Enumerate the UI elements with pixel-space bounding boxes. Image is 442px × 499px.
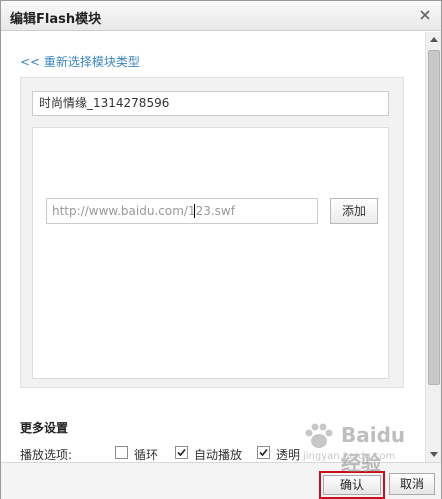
vertical-scrollbar[interactable]: [425, 32, 441, 462]
dialog-title: 编辑Flash模块: [10, 12, 102, 27]
transparent-checkbox[interactable]: [257, 446, 270, 459]
scroll-up-icon[interactable]: [429, 35, 439, 45]
more-settings-heading: 更多设置: [20, 421, 69, 435]
flash-url-area: http://www.baidu.com/123.swf 添加: [32, 127, 389, 379]
loop-label: 循环: [134, 448, 159, 462]
scroll-down-icon[interactable]: [429, 449, 439, 459]
autoplay-label: 自动播放: [194, 448, 243, 462]
play-options-label: 播放选项:: [20, 448, 73, 462]
play-options-row: 播放选项: 循环 自动播放 透明: [20, 445, 425, 462]
module-name-input[interactable]: 时尚情缘_1314278596: [32, 91, 389, 116]
dialog-titlebar[interactable]: 编辑Flash模块: [1, 1, 441, 31]
transparent-label: 透明: [276, 448, 301, 462]
reselect-module-type-link[interactable]: << 重新选择模块类型: [20, 53, 140, 70]
cancel-button[interactable]: 取消: [389, 473, 435, 495]
dialog-content: << 重新选择模块类型 时尚情缘_1314278596 http://www.b…: [1, 32, 425, 462]
edit-flash-dialog: 编辑Flash模块 << 重新选择模块类型 时尚情缘_1314278596 ht…: [0, 0, 442, 499]
flash-url-input[interactable]: http://www.baidu.com/123.swf: [46, 198, 318, 224]
scrollbar-thumb[interactable]: [428, 50, 440, 385]
module-panel: 时尚情缘_1314278596 http://www.baidu.com/123…: [20, 77, 404, 388]
autoplay-checkbox[interactable]: [175, 446, 188, 459]
checkmark-icon: [259, 448, 268, 457]
text-caret: [194, 204, 195, 218]
close-icon[interactable]: [417, 7, 433, 23]
confirm-highlight: 确认: [319, 471, 385, 499]
checkmark-icon: [177, 448, 186, 457]
confirm-button[interactable]: 确认: [323, 475, 381, 495]
dialog-footer: 确认 取消: [1, 462, 441, 499]
add-button[interactable]: 添加: [330, 198, 378, 224]
loop-checkbox[interactable]: [115, 446, 128, 459]
